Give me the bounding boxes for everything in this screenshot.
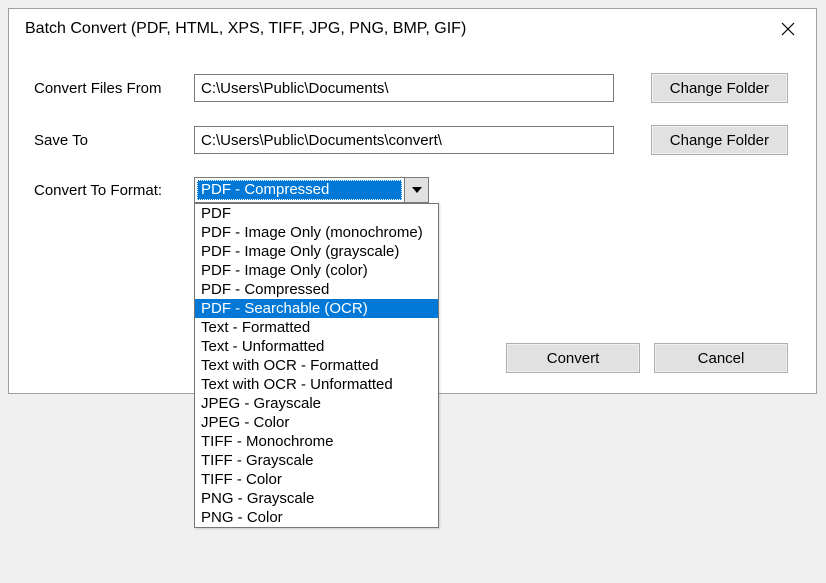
format-option[interactable]: Text with OCR - Unformatted: [195, 375, 438, 394]
save-to-row: Save To Change Folder: [34, 125, 796, 155]
format-option[interactable]: PNG - Color: [195, 508, 438, 527]
batch-convert-dialog: Batch Convert (PDF, HTML, XPS, TIFF, JPG…: [8, 8, 817, 394]
convert-from-input[interactable]: [194, 74, 614, 102]
save-to-input[interactable]: [194, 126, 614, 154]
save-to-label: Save To: [34, 132, 194, 149]
close-button[interactable]: [772, 17, 804, 41]
convert-format-label: Convert To Format:: [34, 182, 194, 199]
format-option[interactable]: PDF - Searchable (OCR): [195, 299, 438, 318]
convert-from-row: Convert Files From Change Folder: [34, 73, 796, 103]
format-option[interactable]: PNG - Grayscale: [195, 489, 438, 508]
format-option[interactable]: JPEG - Grayscale: [195, 394, 438, 413]
format-option[interactable]: PDF - Image Only (color): [195, 261, 438, 280]
window-title: Batch Convert (PDF, HTML, XPS, TIFF, JPG…: [25, 20, 466, 38]
format-select-value: PDF - Compressed: [197, 180, 402, 200]
chevron-down-icon: [412, 187, 422, 193]
close-icon: [781, 22, 795, 36]
format-option[interactable]: PDF - Image Only (monochrome): [195, 223, 438, 242]
titlebar: Batch Convert (PDF, HTML, XPS, TIFF, JPG…: [9, 9, 816, 49]
dialog-content: Convert Files From Change Folder Save To…: [9, 49, 816, 223]
format-option[interactable]: TIFF - Monochrome: [195, 432, 438, 451]
format-option[interactable]: PDF: [195, 204, 438, 223]
format-select-wrap: PDF - Compressed PDFPDF - Image Only (mo…: [194, 177, 429, 203]
change-folder-from-button[interactable]: Change Folder: [651, 73, 788, 103]
cancel-button[interactable]: Cancel: [654, 343, 788, 373]
format-dropdown[interactable]: PDFPDF - Image Only (monochrome)PDF - Im…: [194, 203, 439, 528]
format-select[interactable]: PDF - Compressed: [194, 177, 429, 203]
convert-from-label: Convert Files From: [34, 80, 194, 97]
format-option[interactable]: PDF - Compressed: [195, 280, 438, 299]
format-option[interactable]: Text - Unformatted: [195, 337, 438, 356]
change-folder-to-button[interactable]: Change Folder: [651, 125, 788, 155]
format-option[interactable]: TIFF - Grayscale: [195, 451, 438, 470]
format-select-arrow[interactable]: [404, 178, 428, 202]
convert-button[interactable]: Convert: [506, 343, 640, 373]
format-option[interactable]: PDF - Image Only (grayscale): [195, 242, 438, 261]
format-option[interactable]: Text with OCR - Formatted: [195, 356, 438, 375]
format-row: Convert To Format: PDF - Compressed PDFP…: [34, 177, 796, 203]
format-option[interactable]: Text - Formatted: [195, 318, 438, 337]
format-option[interactable]: TIFF - Color: [195, 470, 438, 489]
format-option[interactable]: JPEG - Color: [195, 413, 438, 432]
